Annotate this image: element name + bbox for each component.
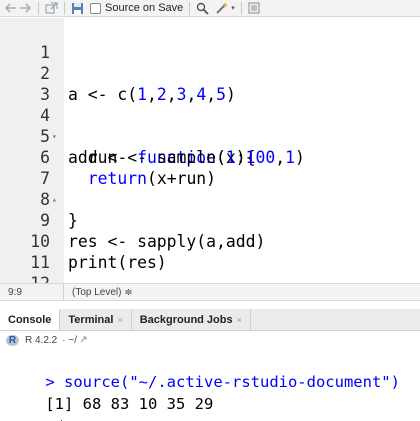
editor-status-bar: 9:9 (Top Level) ≑: [0, 283, 420, 301]
source-on-save-checkbox[interactable]: [90, 2, 101, 14]
tab-label: Console: [8, 313, 52, 326]
code-line[interactable]: 11: [0, 231, 420, 272]
code-line[interactable]: 5 run <- sample(1:100,1): [0, 105, 420, 167]
search-icon[interactable]: [196, 1, 209, 16]
document-outline-icon[interactable]: [248, 1, 260, 16]
toolbar-divider: [240, 1, 242, 15]
toolbar-divider: [64, 1, 65, 15]
console-output[interactable]: > source("~/.active-rstudio-document") […: [0, 349, 420, 421]
scope-selector[interactable]: (Top Level) ≑: [64, 287, 133, 298]
code-line[interactable]: 7 ▴ }: [0, 147, 420, 230]
code-line[interactable]: 6 return(x+run): [0, 126, 420, 188]
show-in-window-icon[interactable]: [45, 1, 58, 16]
forward-link-icon[interactable]: [80, 335, 89, 346]
close-icon[interactable]: ×: [237, 315, 242, 325]
cursor-position: 9:9: [0, 284, 64, 300]
console-output-text: [1] 68 83 10 35 29: [45, 395, 214, 413]
code-line[interactable]: 12: [0, 252, 420, 293]
forward-arrow-icon[interactable]: [18, 1, 32, 16]
tab-label: Terminal: [68, 313, 114, 326]
save-icon[interactable]: [71, 1, 84, 16]
tab-console[interactable]: Console: [0, 309, 61, 330]
code-line[interactable]: 4 ▾ add <- function(x){: [0, 84, 420, 167]
code-line[interactable]: 10 print(res): [0, 210, 420, 272]
back-arrow-icon[interactable]: [4, 1, 18, 16]
console-header: R R 4.2.2 · ~/: [0, 332, 420, 348]
tab-background-jobs[interactable]: Background Jobs ×: [132, 309, 251, 330]
tab-terminal[interactable]: Terminal ×: [60, 309, 132, 330]
close-icon[interactable]: ×: [117, 315, 122, 325]
code-line[interactable]: 3: [0, 63, 420, 104]
console-tab-bar: Console Terminal × Background Jobs ×: [0, 309, 420, 331]
toolbar-divider: [189, 1, 191, 15]
console-result-line: [1] 68 83 10 35 29: [8, 371, 213, 413]
code-line[interactable]: 8: [0, 168, 420, 209]
toolbar-divider: [38, 1, 39, 15]
r-logo-icon: R: [6, 334, 19, 346]
code-line[interactable]: 9 res <- sapply(a,add): [0, 189, 420, 251]
console-input-line[interactable]: >: [8, 394, 62, 421]
chevron-down-icon[interactable]: ▾: [231, 4, 235, 12]
working-directory[interactable]: · ~/: [62, 335, 77, 346]
r-version: R 4.2.2: [25, 334, 58, 346]
source-on-save-label[interactable]: Source on Save: [105, 2, 183, 14]
code-line[interactable]: 2 a <- c(1,2,3,4,5): [0, 42, 420, 104]
console-command-line: > source("~/.active-rstudio-document"): [8, 349, 400, 391]
magic-wand-icon[interactable]: [215, 1, 229, 16]
editor-toolbar: Source on Save ▾: [0, 0, 420, 17]
code-line[interactable]: 1: [0, 21, 420, 62]
source-editor[interactable]: 1 2 a <- c(1,2,3,4,5) 3 4 ▾ add <- funct…: [0, 18, 420, 293]
tab-label: Background Jobs: [139, 313, 233, 326]
